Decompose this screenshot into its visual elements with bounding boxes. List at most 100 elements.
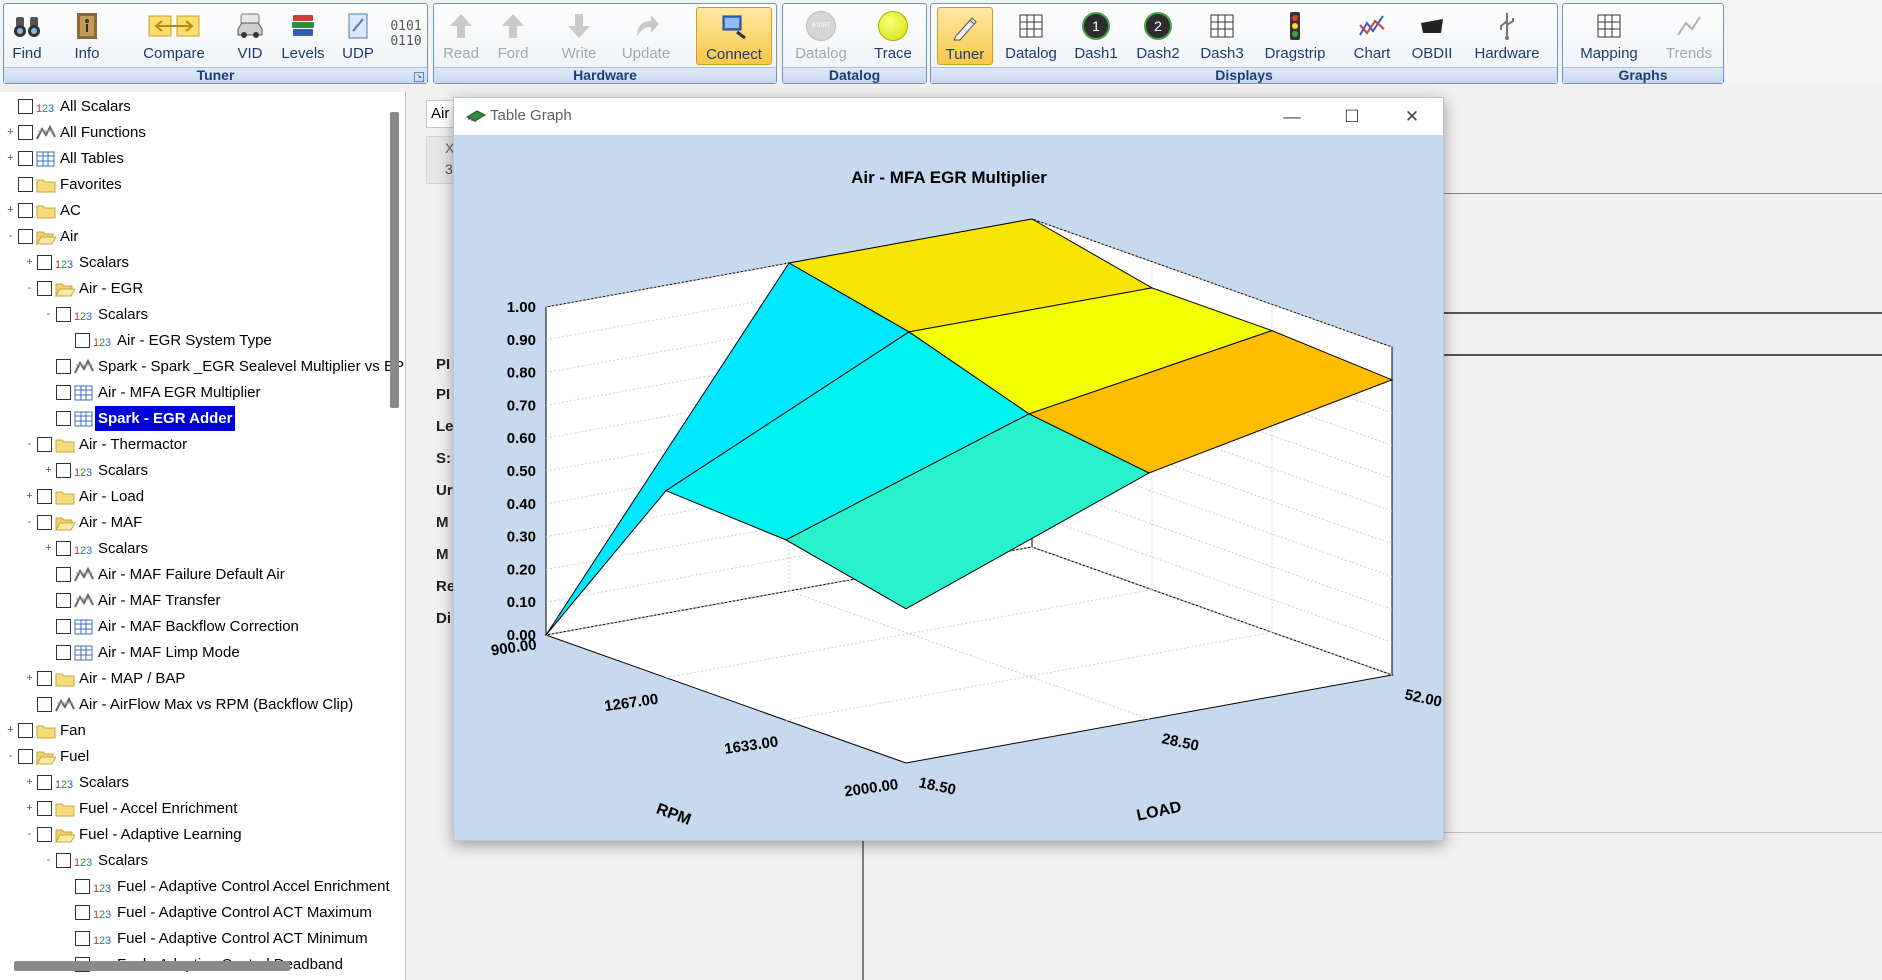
tree-item[interactable]: Air - MAF Transfer xyxy=(0,588,390,613)
tree-item[interactable]: 1 2 3 All Scalars xyxy=(0,94,390,119)
tree-checkbox[interactable] xyxy=(56,645,71,660)
read-button[interactable]: Read xyxy=(438,7,484,65)
tree-checkbox[interactable] xyxy=(75,931,90,946)
collapse-icon[interactable]: - xyxy=(25,829,34,840)
mapping-button[interactable]: Mapping xyxy=(1569,7,1649,65)
ford-button[interactable]: Ford xyxy=(490,7,536,65)
tree-item[interactable]: - 1 2 3 Scalars xyxy=(0,302,390,327)
write-button[interactable]: Write xyxy=(554,7,604,65)
info-button[interactable]: Info xyxy=(66,7,108,65)
binary-button[interactable]: 0101 0110 xyxy=(386,7,426,65)
expand-icon[interactable]: + xyxy=(6,153,15,164)
tree-item[interactable]: - 1 2 3 Scalars xyxy=(0,848,390,873)
close-button[interactable]: ✕ xyxy=(1383,98,1441,135)
dragstrip-button[interactable]: Dragstrip xyxy=(1259,7,1331,65)
tree-checkbox[interactable] xyxy=(37,515,52,530)
tree-item[interactable]: - Air - MAF xyxy=(0,510,390,535)
trace-button[interactable]: Trace xyxy=(867,7,919,65)
tree-item[interactable]: + Air - MAP / BAP xyxy=(0,666,390,691)
tree-checkbox[interactable] xyxy=(56,853,71,868)
expand-icon[interactable]: + xyxy=(44,543,53,554)
tree-item[interactable]: - Air - Thermactor xyxy=(0,432,390,457)
dash1-button[interactable]: 1 Dash1 xyxy=(1071,7,1121,65)
tree-item[interactable]: Favorites xyxy=(0,172,390,197)
expand-icon[interactable]: + xyxy=(25,803,34,814)
tree-checkbox[interactable] xyxy=(56,593,71,608)
find-button[interactable]: Find xyxy=(6,7,48,65)
tree-item[interactable]: + Air - Load xyxy=(0,484,390,509)
expand-icon[interactable]: + xyxy=(44,465,53,476)
tree-checkbox[interactable] xyxy=(56,619,71,634)
tree-item[interactable]: Air - MFA EGR Multiplier xyxy=(0,380,390,405)
tree-checkbox[interactable] xyxy=(37,255,52,270)
collapse-icon[interactable]: - xyxy=(25,439,34,450)
expand-icon[interactable]: + xyxy=(6,725,15,736)
parameter-tree[interactable]: 1 2 3 All Scalars + All Functions + All Tables F… xyxy=(0,92,406,980)
collapse-icon[interactable]: - xyxy=(44,309,53,320)
expand-icon[interactable]: + xyxy=(25,673,34,684)
window-titlebar[interactable]: Table Graph — ☐ ✕ xyxy=(454,98,1443,135)
collapse-icon[interactable]: - xyxy=(25,283,34,294)
tree-checkbox[interactable] xyxy=(56,411,71,426)
tree-item[interactable]: +1 2 3 Scalars xyxy=(0,536,390,561)
tree-item[interactable]: Air - MAF Limp Mode xyxy=(0,640,390,665)
datalog-start-button[interactable]: START Datalog xyxy=(793,7,849,65)
maximize-button[interactable]: ☐ xyxy=(1323,98,1381,135)
levels-button[interactable]: Levels xyxy=(280,7,326,65)
tree-checkbox[interactable] xyxy=(56,541,71,556)
tree-checkbox[interactable] xyxy=(37,489,52,504)
table-graph-window[interactable]: Table Graph — ☐ ✕ 0.00 0.10 0.20 0.30 0.40 0.… xyxy=(453,97,1444,841)
expand-icon[interactable]: + xyxy=(6,127,15,138)
hardware-button[interactable]: Hardware xyxy=(1467,7,1547,65)
chart-button[interactable]: Chart xyxy=(1347,7,1397,65)
tree-checkbox[interactable] xyxy=(56,463,71,478)
tree-item[interactable]: Spark - Spark _EGR Sealevel Multiplier v… xyxy=(0,354,404,379)
tree-checkbox[interactable] xyxy=(18,177,33,192)
tree-item[interactable]: Air - MAF Failure Default Air xyxy=(0,562,390,587)
tree-checkbox[interactable] xyxy=(37,281,52,296)
tree-item[interactable]: - Air - EGR xyxy=(0,276,390,301)
compare-button[interactable]: Compare xyxy=(136,7,212,65)
displays-datalog-button[interactable]: Datalog xyxy=(1003,7,1059,65)
tree-checkbox[interactable] xyxy=(18,749,33,764)
surface-chart[interactable]: 0.000.100.200.300.400.500.600.700.800.90… xyxy=(454,135,1443,840)
tree-item[interactable]: - Fuel xyxy=(0,744,390,769)
tree-item[interactable]: + AC xyxy=(0,198,390,223)
tree-item[interactable]: + All Functions xyxy=(0,120,390,145)
tree-checkbox[interactable] xyxy=(37,671,52,686)
tree-checkbox[interactable] xyxy=(18,99,33,114)
tree-item[interactable]: +1 2 3 Scalars xyxy=(0,770,390,795)
tree-checkbox[interactable] xyxy=(37,775,52,790)
collapse-icon[interactable]: - xyxy=(6,231,15,242)
tree-item[interactable]: + Fan xyxy=(0,718,390,743)
tree-item[interactable]: - Air xyxy=(0,224,390,249)
tree-item[interactable]: 1 2 3 Air - EGR System Type xyxy=(0,328,390,353)
collapse-icon[interactable]: - xyxy=(25,517,34,528)
tree-checkbox[interactable] xyxy=(75,905,90,920)
tree-checkbox[interactable] xyxy=(37,697,52,712)
tree-item[interactable]: Air - AirFlow Max vs RPM (Backflow Clip) xyxy=(0,692,390,717)
tree-checkbox[interactable] xyxy=(18,229,33,244)
tree-checkbox[interactable] xyxy=(56,359,71,374)
trends-button[interactable]: Trends xyxy=(1659,7,1719,65)
tree-item[interactable]: 1 2 3 Fuel - Adaptive Control ACT Minimum xyxy=(0,926,390,951)
tree-horizontal-scrollbar[interactable] xyxy=(14,961,290,971)
collapse-icon[interactable]: - xyxy=(44,855,53,866)
update-button[interactable]: Update xyxy=(616,7,676,65)
tree-checkbox[interactable] xyxy=(37,827,52,842)
expand-icon[interactable]: + xyxy=(25,257,34,268)
dash2-button[interactable]: 2 Dash2 xyxy=(1133,7,1183,65)
tree-checkbox[interactable] xyxy=(75,879,90,894)
tree-checkbox[interactable] xyxy=(56,567,71,582)
tree-checkbox[interactable] xyxy=(18,203,33,218)
expand-icon[interactable]: + xyxy=(25,491,34,502)
obdii-button[interactable]: OBDII xyxy=(1407,7,1457,65)
minimize-button[interactable]: — xyxy=(1263,98,1321,135)
tree-item[interactable]: +1 2 3 Scalars xyxy=(0,250,390,275)
tree-item[interactable]: Spark - EGR Adder xyxy=(0,406,390,431)
expand-icon[interactable]: + xyxy=(25,777,34,788)
tree-item[interactable]: Air - MAF Backflow Correction xyxy=(0,614,390,639)
collapse-icon[interactable]: - xyxy=(6,751,15,762)
tree-checkbox[interactable] xyxy=(75,333,90,348)
connect-button[interactable]: Connect xyxy=(696,7,772,65)
